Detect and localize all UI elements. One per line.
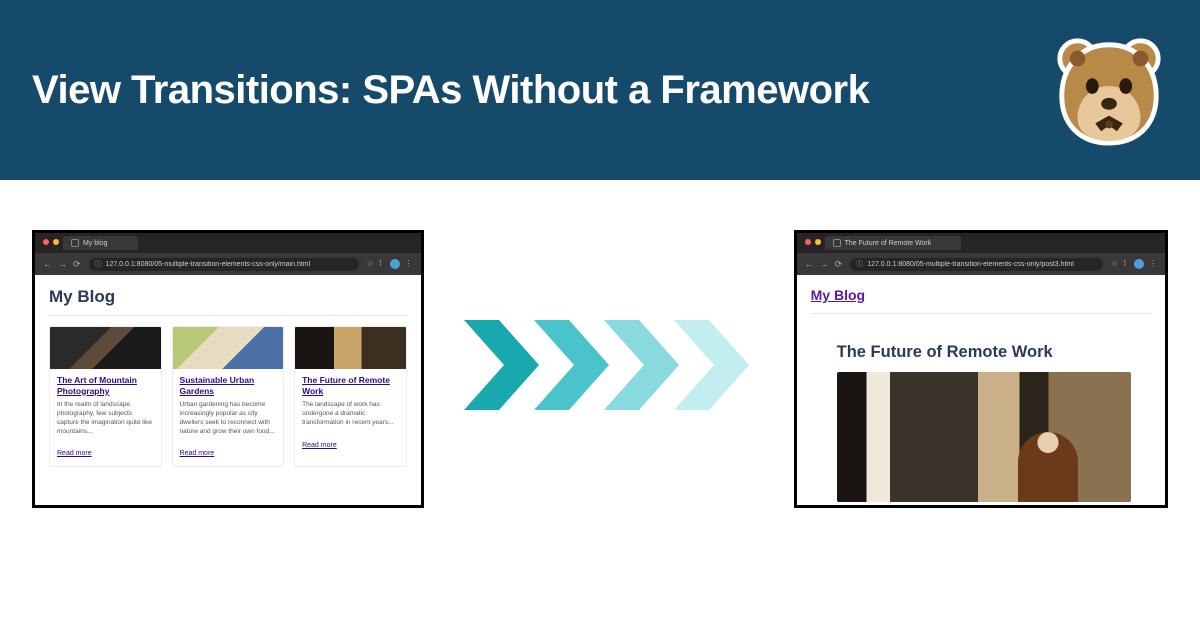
- home-link[interactable]: My Blog: [811, 287, 865, 303]
- browser-tab[interactable]: The Future of Remote Work: [825, 236, 962, 250]
- post-title-link[interactable]: Sustainable Urban Gardens: [180, 375, 277, 396]
- tab-title: My blog: [83, 240, 108, 247]
- bear-logo: [1050, 31, 1168, 149]
- post-card: The Future of Remote Work The landscape …: [294, 326, 407, 467]
- read-more-link[interactable]: Read more: [302, 442, 337, 449]
- back-icon[interactable]: ←: [805, 259, 814, 270]
- star-icon[interactable]: ☆: [367, 259, 374, 269]
- transition-arrows: [454, 310, 764, 420]
- url-text: 127.0.0.1:8080/05-multiple-transition-el…: [106, 261, 311, 268]
- post-title-link[interactable]: The Future of Remote Work: [302, 375, 399, 396]
- read-more-link[interactable]: Read more: [57, 450, 92, 457]
- post-card: The Art of Mountain Photography In the r…: [49, 326, 162, 467]
- reload-icon[interactable]: ⟳: [73, 259, 81, 270]
- menu-icon[interactable]: ⋮: [1149, 259, 1157, 269]
- menu-icon[interactable]: ⋮: [405, 259, 413, 269]
- post-thumbnail: [50, 327, 161, 369]
- hero-banner: View Transitions: SPAs Without a Framewo…: [0, 0, 1200, 180]
- browser-tab[interactable]: My blog: [63, 236, 138, 250]
- browser-chrome: My blog ← → ⟳ ⓘ 127.0.0.1:8080/05-multip…: [35, 233, 421, 275]
- read-more-link[interactable]: Read more: [180, 450, 215, 457]
- post-thumbnail: [295, 327, 406, 369]
- star-icon[interactable]: ☆: [1111, 259, 1118, 269]
- post-thumbnail: [173, 327, 284, 369]
- post-heading: The Future of Remote Work: [837, 343, 1131, 362]
- page-content: My Blog The Art of Mountain Photography …: [35, 275, 421, 505]
- profile-avatar[interactable]: [390, 259, 400, 269]
- profile-avatar[interactable]: [1134, 259, 1144, 269]
- back-icon[interactable]: ←: [43, 259, 52, 270]
- divider: [49, 315, 407, 316]
- reload-icon[interactable]: ⟳: [835, 259, 843, 270]
- browser-chrome: The Future of Remote Work ← → ⟳ ⓘ 127.0.…: [797, 233, 1165, 275]
- post-excerpt: In the realm of landscape photography, f…: [57, 401, 154, 436]
- minimize-icon[interactable]: [53, 239, 59, 245]
- url-text: 127.0.0.1:8080/05-multiple-transition-el…: [867, 261, 1074, 268]
- close-icon[interactable]: [805, 239, 811, 245]
- browser-window-before: My blog ← → ⟳ ⓘ 127.0.0.1:8080/05-multip…: [32, 230, 424, 508]
- main-content: My blog ← → ⟳ ⓘ 127.0.0.1:8080/05-multip…: [0, 180, 1200, 630]
- post-card: Sustainable Urban Gardens Urban gardenin…: [172, 326, 285, 467]
- card-grid: The Art of Mountain Photography In the r…: [49, 326, 407, 467]
- extensions-icon[interactable]: ⠇: [1123, 259, 1129, 269]
- post-excerpt: Urban gardening has become increasingly …: [180, 401, 277, 436]
- browser-window-after: The Future of Remote Work ← → ⟳ ⓘ 127.0.…: [794, 230, 1168, 508]
- info-icon: ⓘ: [95, 259, 102, 269]
- page-content: My Blog The Future of Remote Work: [797, 275, 1165, 505]
- info-icon: ⓘ: [856, 259, 863, 269]
- address-bar-row: ← → ⟳ ⓘ 127.0.0.1:8080/05-multiple-trans…: [35, 253, 421, 275]
- minimize-icon[interactable]: [815, 239, 821, 245]
- extensions-icon[interactable]: ⠇: [379, 259, 385, 269]
- forward-icon[interactable]: →: [820, 259, 829, 270]
- address-bar[interactable]: ⓘ 127.0.0.1:8080/05-multiple-transition-…: [89, 258, 359, 271]
- forward-icon[interactable]: →: [58, 259, 67, 270]
- address-bar[interactable]: ⓘ 127.0.0.1:8080/05-multiple-transition-…: [850, 258, 1103, 271]
- post-excerpt: The landscape of work has undergone a dr…: [302, 401, 399, 427]
- tab-title: The Future of Remote Work: [845, 240, 932, 247]
- blog-heading: My Blog: [49, 287, 407, 307]
- post-hero-image: [837, 372, 1131, 502]
- address-bar-row: ← → ⟳ ⓘ 127.0.0.1:8080/05-multiple-trans…: [797, 253, 1165, 275]
- post-title-link[interactable]: The Art of Mountain Photography: [57, 375, 154, 396]
- divider: [811, 313, 1151, 314]
- close-icon[interactable]: [43, 239, 49, 245]
- page-title: View Transitions: SPAs Without a Framewo…: [32, 68, 869, 113]
